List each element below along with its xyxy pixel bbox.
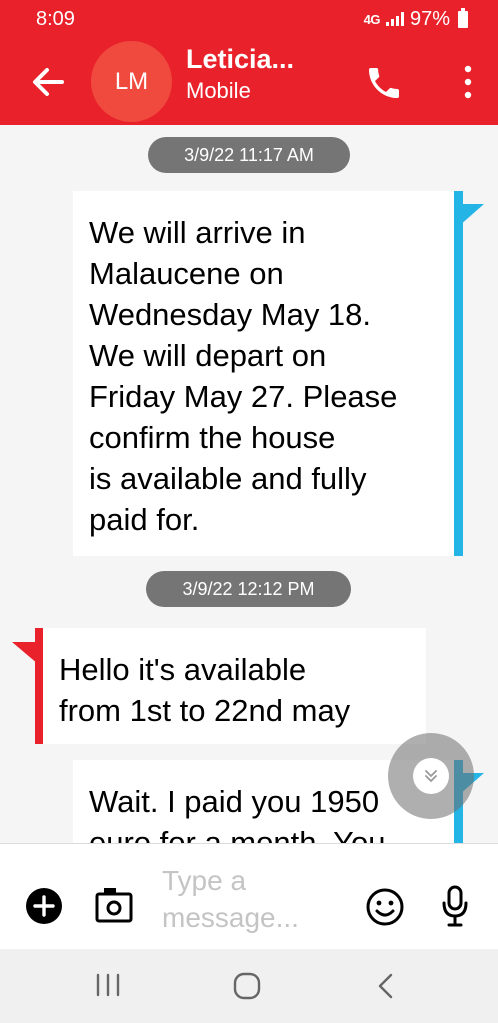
incoming-message[interactable]: Hello it's available from 1st to 22nd ma… [43, 628, 426, 744]
timestamp-pill: 3/9/22 12:12 PM [146, 571, 351, 607]
timestamp-text: 3/9/22 11:17 AM [184, 144, 314, 165]
message-composer: Type a message... [0, 843, 498, 949]
placeholder-line: Type a [162, 865, 247, 896]
scroll-to-bottom-button[interactable] [388, 733, 474, 819]
system-navigation-bar [0, 949, 498, 1023]
message-line: is available and fully [89, 461, 367, 496]
emoji-button[interactable] [365, 887, 405, 927]
chevron-left-icon [378, 973, 393, 999]
recent-apps-button[interactable] [93, 971, 123, 999]
home-icon [233, 972, 261, 1000]
message-line: We will depart on [89, 338, 327, 373]
status-time: 8:09 [36, 7, 75, 30]
phone-icon [369, 68, 399, 98]
avatar-initials: LM [114, 67, 149, 95]
message-input[interactable]: Type a message... [162, 862, 342, 936]
arrow-left-icon [33, 68, 64, 96]
message-line: Wednesday May 18. [89, 297, 372, 332]
outgoing-tail-icon [459, 204, 484, 226]
more-vertical-icon [464, 65, 472, 99]
chevron-double-down-icon [425, 770, 437, 783]
timestamp-pill: 3/9/22 11:17 AM [148, 137, 350, 173]
incoming-tail-icon [12, 642, 38, 664]
more-options-button[interactable] [456, 64, 480, 100]
message-line: Hello it's available [59, 652, 307, 687]
battery-percent: 97% [409, 7, 450, 30]
voice-input-button[interactable] [440, 885, 470, 927]
signal-icon [385, 12, 404, 26]
plus-circle-icon [26, 888, 62, 924]
battery-icon [458, 7, 468, 28]
call-button[interactable] [364, 63, 404, 103]
status-bar: 8:09 4G 97% [0, 0, 498, 38]
add-attachment-button[interactable] [26, 888, 62, 924]
status-icons: 4G 97% [363, 7, 468, 31]
camera-icon [95, 888, 133, 923]
scroll-button-inner [413, 758, 449, 794]
avatar[interactable]: LM [91, 41, 172, 122]
placeholder-line: message... [162, 902, 299, 933]
contact-subtitle: Mobile [186, 78, 251, 103]
back-button[interactable] [28, 62, 68, 102]
message-line: from 1st to 22nd may [59, 693, 351, 728]
system-back-button[interactable] [374, 971, 398, 1001]
message-line: We will arrive in [89, 215, 306, 250]
microphone-icon [442, 885, 468, 927]
conversation-header: LM Leticia... Mobile [0, 38, 498, 125]
contact-name[interactable]: Leticia... [186, 44, 294, 75]
emoji-icon [366, 888, 404, 926]
message-line: euro for a month. You [89, 825, 386, 843]
message-line: paid for. [89, 502, 200, 537]
outgoing-indicator [454, 191, 463, 556]
message-line: Malaucene on [89, 256, 284, 291]
message-line: Friday May 27. Please [89, 379, 398, 414]
outgoing-message[interactable]: We will arrive in Malaucene on Wednesday… [73, 191, 454, 556]
message-line: confirm the house [89, 420, 336, 455]
camera-button[interactable] [94, 886, 134, 924]
recent-apps-icon [96, 973, 120, 997]
network-type: 4G [363, 11, 381, 27]
home-button[interactable] [232, 971, 262, 1001]
timestamp-text: 3/9/22 12:12 PM [182, 578, 315, 599]
